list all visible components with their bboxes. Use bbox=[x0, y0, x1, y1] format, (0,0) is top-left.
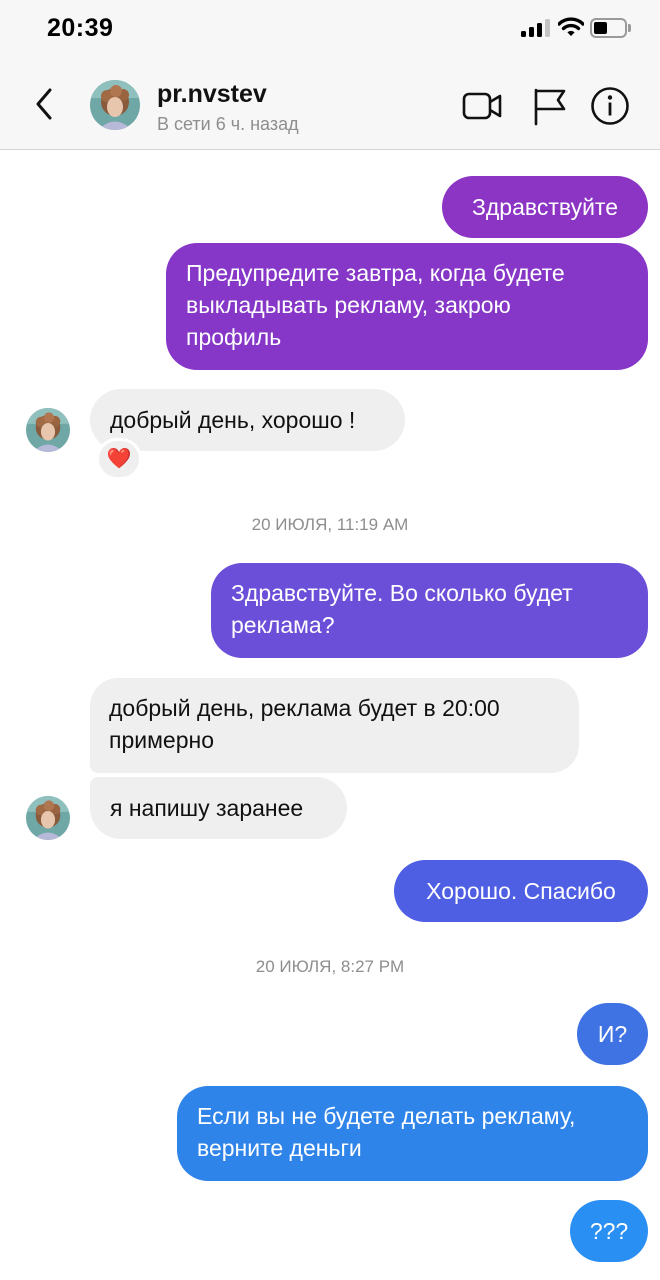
message-text-line: выкладывать рекламу, закрою bbox=[186, 292, 511, 318]
message-text: И? bbox=[597, 1021, 628, 1047]
video-camera-icon[interactable] bbox=[462, 86, 502, 126]
message-text-line: примерно bbox=[109, 727, 214, 753]
chat-header: pr.nvstev В сети 6 ч. назад bbox=[0, 58, 660, 150]
message-sent[interactable]: Здравствуйте bbox=[442, 176, 648, 238]
status-bar: 20:39 bbox=[0, 0, 660, 58]
message-sent[interactable]: Хорошо. Спасибо bbox=[394, 860, 648, 922]
wifi-icon bbox=[558, 17, 584, 36]
message-text: добрый день, хорошо ! bbox=[110, 407, 356, 433]
message-text-line: Здравствуйте. Во сколько будет bbox=[231, 580, 573, 606]
avatar[interactable] bbox=[90, 80, 140, 130]
avatar[interactable] bbox=[26, 796, 70, 840]
date-separator: 20 ИЮЛЯ, 8:27 PM bbox=[255, 957, 405, 976]
last-seen-status: В сети 6 ч. назад bbox=[157, 114, 299, 134]
avatar[interactable] bbox=[26, 408, 70, 452]
message-text: Хорошо. Спасибо bbox=[426, 878, 616, 904]
info-icon[interactable] bbox=[590, 86, 630, 126]
heart-reaction-icon[interactable]: ❤️ bbox=[96, 438, 142, 480]
message-text: Здравствуйте bbox=[471, 194, 619, 220]
message-sent[interactable]: Если вы не будете делать рекламу, вернит… bbox=[177, 1086, 648, 1181]
message-text: я напишу заранее bbox=[110, 795, 304, 821]
message-text-line: Предупредите завтра, когда будете bbox=[186, 260, 565, 286]
back-chevron-icon[interactable] bbox=[28, 84, 60, 124]
message-sent[interactable]: ??? bbox=[570, 1200, 648, 1262]
message-text-line: Если вы не будете делать рекламу, bbox=[197, 1103, 576, 1129]
message-text-line: профиль bbox=[186, 324, 282, 350]
flag-icon[interactable] bbox=[530, 86, 570, 126]
message-received[interactable]: добрый день, реклама будет в 20:00 приме… bbox=[90, 678, 579, 773]
message-text: ??? bbox=[589, 1218, 629, 1244]
cellular-signal-icon bbox=[521, 19, 551, 37]
status-time: 20:39 bbox=[47, 14, 114, 42]
username[interactable]: pr.nvstev bbox=[157, 80, 267, 109]
message-text-line: реклама? bbox=[231, 612, 335, 638]
message-sent[interactable]: Здравствуйте. Во сколько будет реклама? bbox=[211, 563, 648, 658]
message-sent[interactable]: И? bbox=[577, 1003, 648, 1065]
battery-icon bbox=[590, 18, 632, 38]
message-received[interactable]: я напишу заранее bbox=[90, 777, 347, 839]
message-received[interactable]: добрый день, хорошо ! bbox=[90, 389, 405, 451]
message-text-line: верните деньги bbox=[197, 1135, 362, 1161]
message-text-line: добрый день, реклама будет в 20:00 bbox=[109, 695, 500, 721]
date-separator: 20 ИЮЛЯ, 11:19 AM bbox=[251, 515, 409, 534]
message-sent[interactable]: Предупредите завтра, когда будете выклад… bbox=[166, 243, 648, 370]
